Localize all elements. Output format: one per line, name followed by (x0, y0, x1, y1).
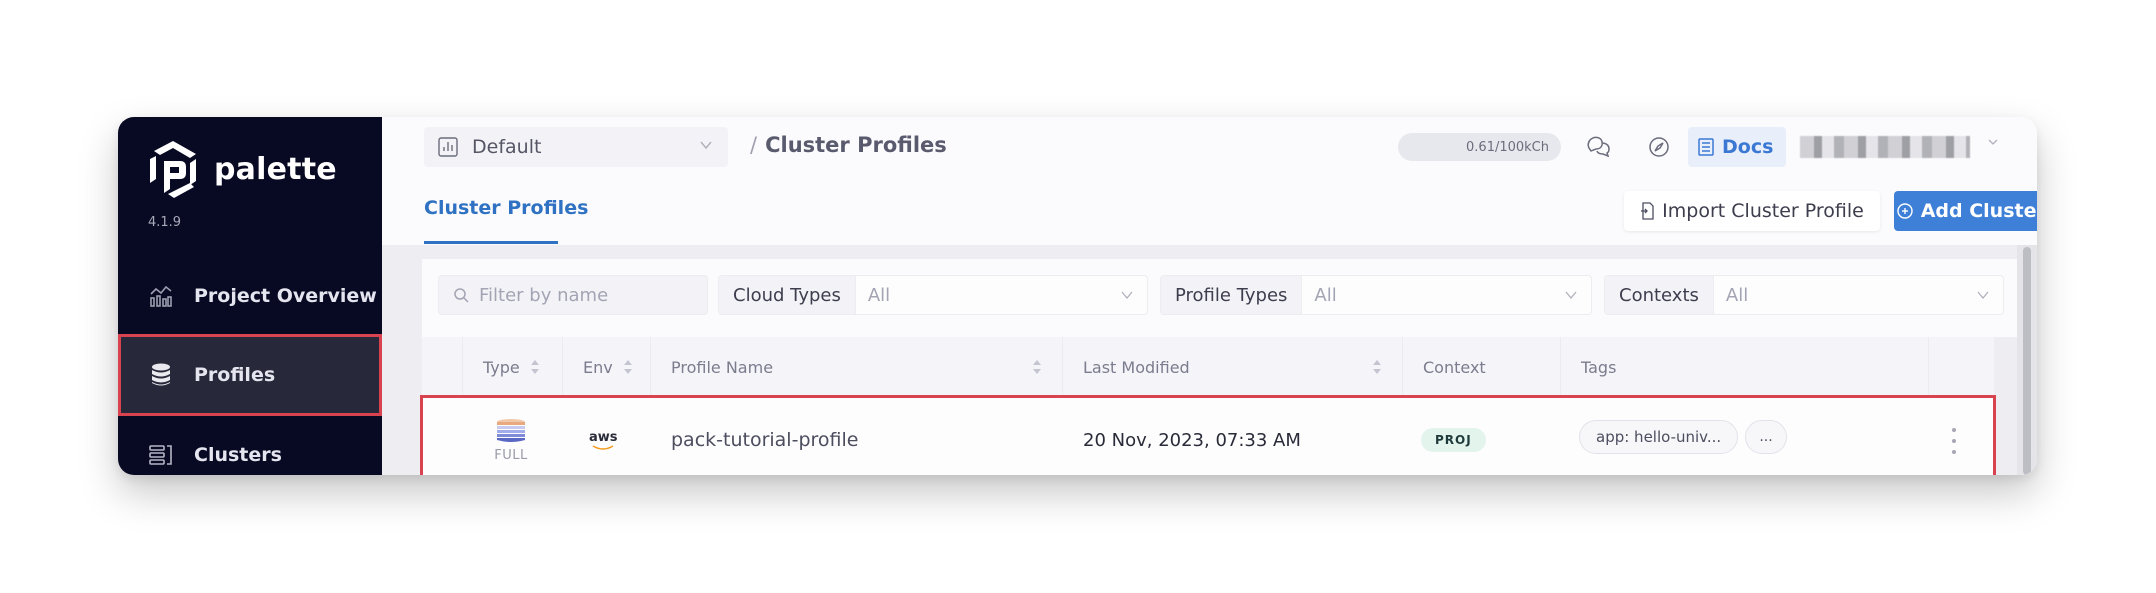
scrollbar-track[interactable] (2017, 245, 2037, 475)
type-label: FULL (494, 447, 528, 463)
contexts-label: Contexts (1605, 276, 1714, 314)
sidebar: palette 4.1.9 Project Overview Profiles … (118, 117, 382, 475)
profile-types-label: Profile Types (1161, 276, 1303, 314)
docs-label: Docs (1722, 136, 1774, 158)
tag-chip[interactable]: app: hello-univ... (1579, 420, 1739, 454)
column-header-context: Context (1402, 337, 1560, 397)
type-cell: FULL (491, 398, 531, 475)
last-modified: 20 Nov, 2023, 07:33 AM (1083, 429, 1301, 451)
profiles-table: Type Env Profile Name Last Modified Cont… (420, 337, 1996, 475)
search-icon (454, 288, 469, 303)
plus-circle-icon (1896, 203, 1913, 219)
sidebar-item-profiles[interactable]: Profiles (118, 334, 382, 416)
palette-logo-icon (150, 141, 196, 198)
column-label: Last Modified (1083, 357, 1190, 377)
column-label: Tags (1581, 357, 1617, 377)
column-label: Env (583, 357, 613, 377)
chevron-down-icon (1565, 291, 1577, 300)
scrollbar-thumb[interactable] (2023, 247, 2031, 475)
user-menu-name-redacted[interactable] (1800, 136, 1970, 158)
import-label: Import Cluster Profile (1662, 200, 1864, 222)
sidebar-item-label: Project Overview (194, 285, 377, 307)
column-label: Context (1423, 357, 1486, 377)
cloud-types-select[interactable]: All (855, 276, 1147, 314)
contexts-value: All (1725, 284, 1749, 306)
row-actions-kebab-icon[interactable] (1949, 428, 1959, 454)
tab-active-indicator (424, 241, 558, 244)
content-area: Cloud Types All Profile Types All Contex… (382, 245, 2037, 475)
profile-stack-icon (497, 418, 525, 442)
book-icon (1698, 138, 1714, 156)
search-input[interactable] (479, 284, 699, 306)
chevron-down-icon[interactable] (1986, 135, 2000, 149)
table-header: Type Env Profile Name Last Modified Cont… (422, 337, 1994, 397)
chart-icon (148, 283, 174, 309)
profile-types-filter[interactable]: Profile Types All (1160, 275, 1592, 315)
column-header-actions (1928, 337, 1994, 397)
cloud-types-filter[interactable]: Cloud Types All (718, 275, 1148, 315)
add-label: Add Cluster Profile (1920, 200, 2037, 222)
import-file-icon (1641, 202, 1654, 220)
chevron-down-icon (1977, 291, 1989, 300)
app-window: palette 4.1.9 Project Overview Profiles … (118, 117, 2037, 475)
sidebar-item-clusters[interactable]: Clusters (118, 414, 382, 475)
filter-bar: Cloud Types All Profile Types All Contex… (422, 259, 2037, 337)
sort-icon[interactable] (1372, 359, 1382, 375)
cloud-types-value: All (867, 284, 891, 306)
profile-types-value: All (1314, 284, 1337, 306)
tab-cluster-profiles[interactable]: Cluster Profiles (424, 197, 588, 245)
clusters-icon (148, 442, 174, 468)
project-select-value: Default (472, 136, 542, 158)
search-field[interactable] (438, 275, 708, 315)
docs-button[interactable]: Docs (1688, 127, 1786, 167)
sort-icon[interactable] (530, 359, 540, 375)
column-label: Profile Name (671, 357, 774, 377)
column-header-tags: Tags (1560, 337, 1928, 397)
database-icon (148, 362, 174, 388)
column-label: Type (483, 357, 520, 377)
table-row[interactable]: FULL aws pack-tutorial-profile 20 Nov, 2… (420, 395, 1996, 475)
profile-name[interactable]: pack-tutorial-profile (671, 398, 858, 475)
env-cell: aws (589, 398, 618, 475)
chevron-down-icon (1121, 291, 1133, 300)
column-header-type[interactable]: Type (462, 337, 562, 397)
app-name: palette (214, 151, 337, 187)
sort-icon[interactable] (1032, 359, 1042, 375)
sort-icon[interactable] (623, 359, 633, 375)
project-icon (438, 137, 458, 157)
aws-icon: aws (589, 429, 618, 445)
column-header-env[interactable]: Env (562, 337, 650, 397)
page-title: Cluster Profiles (765, 133, 947, 157)
contexts-filter[interactable]: Contexts All (1604, 275, 2004, 315)
more-tags-button[interactable]: ... (1745, 420, 1787, 454)
aws-smile-icon (592, 444, 614, 450)
profile-types-select[interactable]: All (1302, 276, 1591, 314)
contexts-select[interactable]: All (1713, 276, 2003, 314)
sidebar-item-project-overview[interactable]: Project Overview (118, 255, 382, 337)
cloud-types-label: Cloud Types (719, 276, 856, 314)
project-select[interactable]: Default (424, 127, 728, 167)
chevron-down-icon (700, 141, 712, 150)
logo[interactable]: palette (146, 139, 337, 199)
app-version: 4.1.9 (148, 215, 182, 230)
column-header-last-modified[interactable]: Last Modified (1062, 337, 1402, 397)
sidebar-item-label: Profiles (194, 364, 276, 386)
column-header-profile-name[interactable]: Profile Name (650, 337, 1062, 397)
context-badge: PROJ (1421, 428, 1486, 452)
compass-icon[interactable] (1644, 133, 1674, 161)
breadcrumb: / Cluster Profiles (750, 133, 947, 157)
breadcrumb-separator: / (750, 133, 758, 157)
add-cluster-profile-button[interactable]: Add Cluster Profile (1894, 191, 2037, 231)
sidebar-item-label: Clusters (194, 444, 282, 466)
import-cluster-profile-button[interactable]: Import Cluster Profile (1624, 191, 1880, 231)
main-area: Default / Cluster Profiles 0.61/100kCh D… (382, 117, 2037, 475)
chat-icon[interactable] (1584, 133, 1614, 161)
usage-indicator[interactable]: 0.61/100kCh (1398, 133, 1561, 161)
